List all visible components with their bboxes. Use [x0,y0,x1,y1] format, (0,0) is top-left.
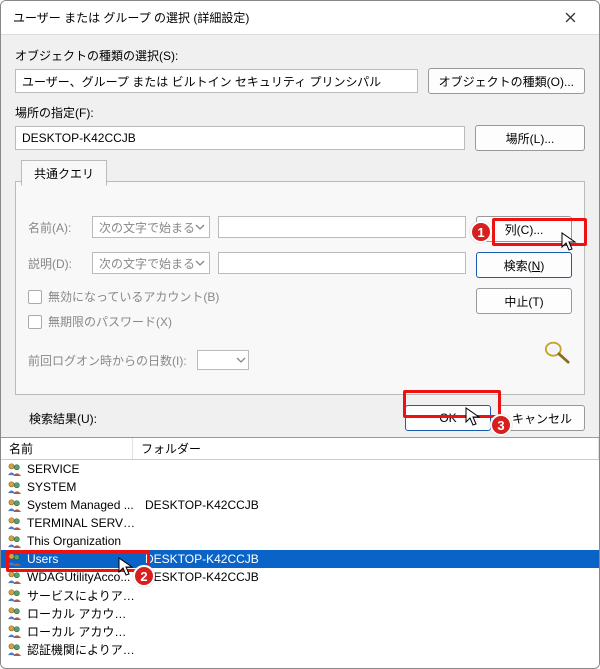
days-since-logon-combo[interactable] [197,350,249,370]
group-icon [7,534,23,548]
table-row[interactable]: System Managed ... DESKTOP-K42CCJB [1,496,599,514]
group-icon [7,480,23,494]
table-row[interactable]: SERVICE [1,460,599,478]
name-input[interactable] [218,216,466,238]
table-row[interactable]: ローカル アカウントと ... [1,622,599,640]
window-title: ユーザー または グループ の選択 (詳細設定) [13,9,549,26]
group-icon [7,624,23,638]
name-label: 名前(A): [28,219,84,236]
row-name: TERMINAL SERVE... [27,516,137,530]
group-icon [7,462,23,476]
columns-button[interactable]: 列(C)... [476,216,572,242]
dialog-content: オブジェクトの種類の選択(S): ユーザー、グループ または ビルトイン セキュ… [1,35,599,399]
table-row[interactable]: Users DESKTOP-K42CCJB [1,550,599,568]
table-row[interactable]: 認証機関によりアサ... [1,640,599,658]
days-since-logon-label: 前回ログオン時からの日数(I): [28,352,187,369]
group-icon [7,498,23,512]
row-name: サービスによりアサ... [27,587,137,604]
table-row[interactable]: SYSTEM [1,478,599,496]
row-name: Users [27,552,137,566]
object-type-field[interactable]: ユーザー、グループ または ビルトイン セキュリティ プリンシパル [15,69,418,93]
group-icon [7,516,23,530]
row-name: This Organization [27,534,137,548]
close-button[interactable] [549,3,591,33]
row-name: SERVICE [27,462,137,476]
nonexpiring-password-label: 無期限のパスワード(X) [48,313,172,330]
name-combo[interactable]: 次の文字で始まる [92,216,210,238]
group-icon [7,642,23,656]
ok-button[interactable]: OK [405,405,491,431]
locations-button[interactable]: 場所(L)... [475,125,585,151]
query-left-column: 名前(A): 次の文字で始まる 説明(D): 次の文字で始まる [28,216,466,370]
group-icon [7,570,23,584]
column-header-name[interactable]: 名前 [1,438,133,459]
results-rows: SERVICE SYSTEM System Managed ... DESKTOP-K… [1,460,599,668]
description-input[interactable] [218,252,466,274]
row-name: 認証機関によりアサ... [27,641,137,658]
location-field[interactable]: DESKTOP-K42CCJB [15,126,465,150]
object-type-value: ユーザー、グループ または ビルトイン セキュリティ プリンシパル [22,73,381,90]
dialog-window: ユーザー または グループ の選択 (詳細設定) オブジェクトの種類の選択(S)… [0,0,600,669]
group-icon [7,552,23,566]
row-name: WDAGUtilityAcco... [27,570,137,584]
dialog-button-row: 検索結果(U): OK キャンセル [1,399,599,437]
disabled-accounts-checkbox[interactable] [28,290,42,304]
search-results-label: 検索結果(U): [15,410,397,427]
group-icon [7,606,23,620]
description-combo[interactable]: 次の文字で始まる [92,252,210,274]
stop-button[interactable]: 中止(T) [476,288,572,314]
row-folder: DESKTOP-K42CCJB [141,552,599,566]
location-value: DESKTOP-K42CCJB [22,131,136,145]
object-types-button[interactable]: オブジェクトの種類(O)... [428,68,585,94]
row-folder: DESKTOP-K42CCJB [141,498,599,512]
description-label: 説明(D): [28,255,84,272]
chevron-down-icon [195,222,205,232]
tab-common-query[interactable]: 共通クエリ [21,160,107,186]
titlebar: ユーザー または グループ の選択 (詳細設定) [1,1,599,35]
chevron-down-icon [195,258,205,268]
find-now-button[interactable]: 検索(N) [476,252,572,278]
row-name: ローカル アカウント [27,605,137,622]
table-row[interactable]: ローカル アカウント [1,604,599,622]
table-row[interactable]: サービスによりアサ... [1,586,599,604]
group-inner: 名前(A): 次の文字で始まる 説明(D): 次の文字で始まる [15,181,585,395]
location-label: 場所の指定(F): [15,104,585,121]
table-row[interactable]: WDAGUtilityAcco... DESKTOP-K42CCJB [1,568,599,586]
close-icon [565,12,576,23]
row-folder: DESKTOP-K42CCJB [141,570,599,584]
group-icon [7,588,23,602]
object-type-label: オブジェクトの種類の選択(S): [15,47,585,64]
results-column-headers: 名前 フォルダー [1,438,599,460]
query-right-column: 列(C)... 検索(N) 中止(T) [476,216,572,370]
row-name: System Managed ... [27,498,137,512]
table-row[interactable]: This Organization [1,532,599,550]
search-decor-icon [542,338,572,367]
search-results-list[interactable]: 名前 フォルダー SERVICE SYSTEM System Managed ...… [1,437,599,668]
common-query-group: 共通クエリ 名前(A): 次の文字で始まる 説明(D): 次の [15,161,585,395]
table-row[interactable]: TERMINAL SERVE... [1,514,599,532]
cancel-button[interactable]: キャンセル [499,405,585,431]
row-name: ローカル アカウントと ... [27,623,137,640]
chevron-down-icon [236,355,246,365]
nonexpiring-password-checkbox[interactable] [28,315,42,329]
row-name: SYSTEM [27,480,137,494]
column-header-folder[interactable]: フォルダー [133,438,599,459]
disabled-accounts-label: 無効になっているアカウント(B) [48,288,219,305]
